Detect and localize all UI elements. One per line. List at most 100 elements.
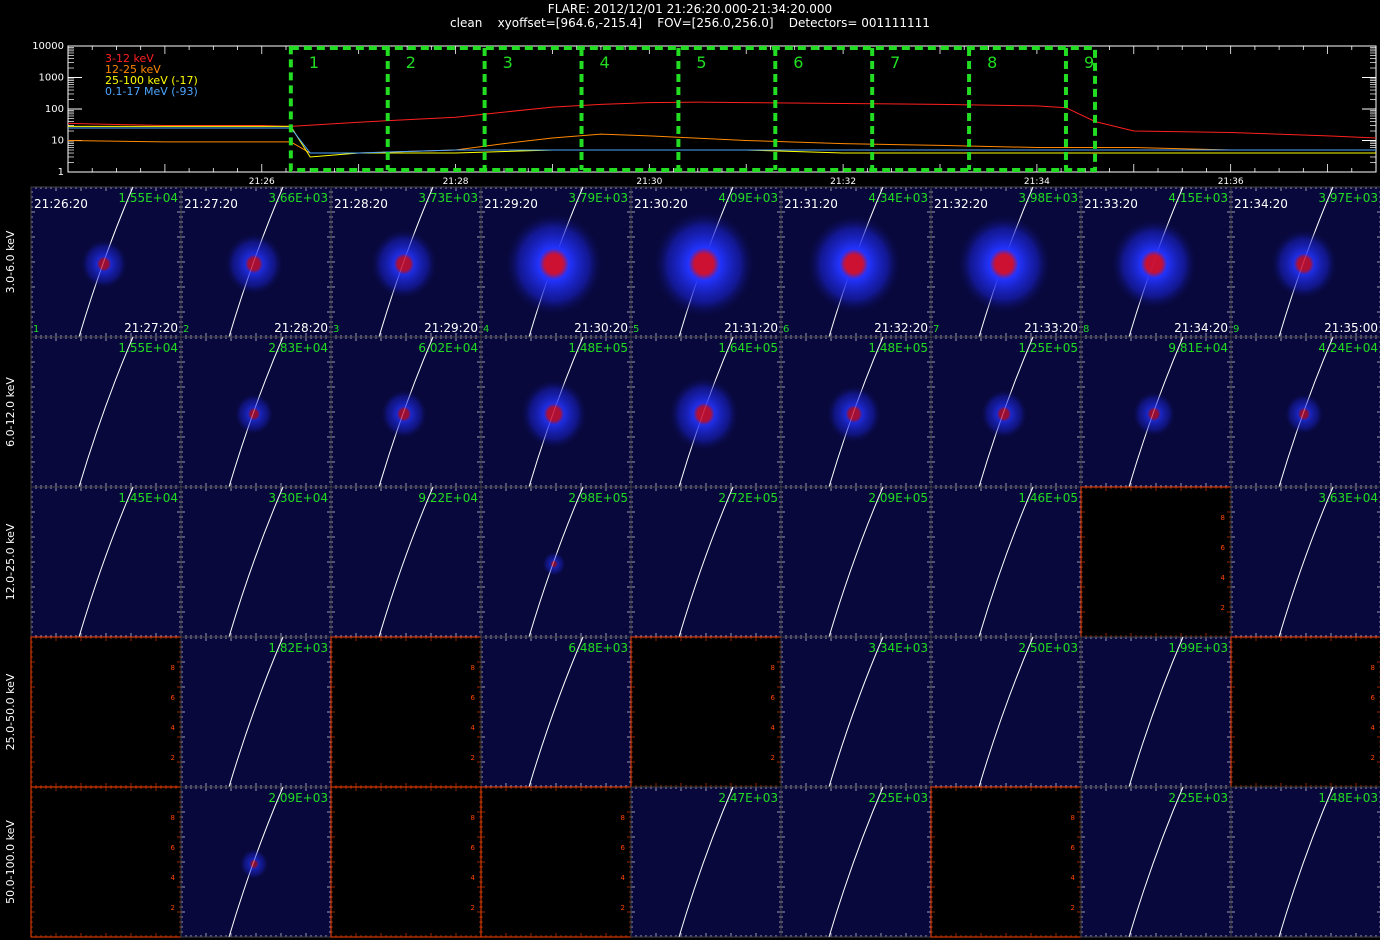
image-cell: 9.81E+04: [1080, 336, 1232, 488]
image-cell: 6.02E+04: [330, 336, 482, 488]
peak-value: 3.79E+03: [568, 191, 628, 205]
end-time: 21:28:20: [274, 321, 328, 335]
end-time: 21:31:20: [724, 321, 778, 335]
source-blob: [1110, 217, 1198, 311]
axis-tick-label: 6: [171, 694, 176, 702]
peak-value: 3.30E+04: [268, 491, 328, 505]
axis-tick-label: 8: [771, 664, 775, 672]
peak-value: 2.09E+05: [868, 491, 928, 505]
image-cell: 4.15E+03 21:33:20 21:34:20 8: [1080, 186, 1232, 338]
source-blob: [652, 209, 756, 319]
peak-value: 2.98E+05: [568, 491, 628, 505]
source-blob: [380, 388, 428, 440]
axis-tick-label: 6: [1221, 544, 1226, 552]
image-cell: 2468: [1080, 486, 1232, 638]
image-cell: 2.50E+03: [930, 636, 1082, 788]
start-time: 21:28:20: [334, 197, 388, 211]
cell-background: [31, 337, 181, 487]
peak-value: 4.09E+03: [718, 191, 778, 205]
cell-background: [931, 637, 1081, 787]
cell-background: [931, 487, 1081, 637]
peak-value: 4.15E+03: [1168, 191, 1228, 205]
end-time: 21:35:00: [1324, 321, 1378, 335]
image-cell: 3.79E+03 21:29:20 21:30:20 4: [480, 186, 632, 338]
axis-tick-label: 8: [471, 664, 475, 672]
start-time: 21:26:20: [34, 197, 88, 211]
axis-tick-label: 8: [1371, 664, 1375, 672]
image-cell: 2468: [330, 636, 482, 788]
interval-number: 7: [933, 324, 939, 335]
source-blob: [1132, 390, 1176, 438]
peak-value: 2.83E+04: [268, 341, 328, 355]
peak-value: 1.99E+03: [1168, 641, 1228, 655]
source-blob: [1270, 228, 1338, 300]
interval-number: 8: [1083, 324, 1089, 335]
peak-value: 1.46E+05: [1018, 491, 1078, 505]
source-blob: [224, 232, 284, 296]
peak-value: 1.55E+04: [118, 341, 178, 355]
peak-value: 1.48E+05: [868, 341, 928, 355]
energy-band-label: 3.0-6.0 keV: [4, 230, 17, 293]
axis-tick-label: 4: [771, 724, 776, 732]
end-time: 21:33:20: [1024, 321, 1078, 335]
peak-value: 3.34E+03: [868, 641, 928, 655]
image-cell: 1.46E+05: [930, 486, 1082, 638]
peak-value: 3.63E+04: [1318, 491, 1378, 505]
start-time: 21:27:20: [184, 197, 238, 211]
image-grid: 3.0-6.0 keV 1.55E+04 21:26:20 21:27:20 1 3.66…: [4, 186, 1380, 938]
start-time: 21:30:20: [634, 197, 688, 211]
peak-value: 1.45E+04: [118, 491, 178, 505]
image-cell: 2.72E+05: [630, 486, 782, 638]
end-time: 21:27:20: [124, 321, 178, 335]
start-time: 21:32:20: [934, 197, 988, 211]
axis-tick-label: 2: [1371, 754, 1375, 762]
interval-number: 6: [783, 324, 789, 335]
peak-value: 1.55E+04: [118, 191, 178, 205]
cell-background: [781, 637, 931, 787]
energy-band-label: 25.0-50.0 keV: [4, 673, 17, 750]
cell-background: [1231, 637, 1380, 787]
image-cell: 1.48E+05: [480, 336, 632, 488]
image-cell: 4.09E+03 21:30:20 21:31:20 5: [630, 186, 782, 338]
peak-value: 1.82E+03: [268, 641, 328, 655]
image-cell: 4.24E+04: [1230, 336, 1380, 488]
end-time: 21:30:20: [574, 321, 628, 335]
image-cell: 4.34E+03 21:31:20 21:32:20 6: [780, 186, 932, 338]
axis-tick-label: 2: [771, 754, 775, 762]
axis-tick-label: 2: [1221, 604, 1225, 612]
image-cell: 2.98E+05: [480, 486, 632, 638]
peak-value: 4.24E+04: [1318, 341, 1378, 355]
interval-number: 2: [183, 324, 189, 335]
start-time: 21:29:20: [484, 197, 538, 211]
start-time: 21:34:20: [1234, 197, 1288, 211]
interval-number: 4: [483, 324, 489, 335]
interval-number: 9: [1233, 324, 1239, 335]
image-cell: 2468: [630, 636, 782, 788]
end-time: 21:32:20: [874, 321, 928, 335]
source-blob: [956, 213, 1052, 315]
peak-value: 4.34E+03: [868, 191, 928, 205]
cell-background: [331, 637, 481, 787]
image-cell: 2468: [30, 786, 182, 938]
image-cell: 1.55E+04: [30, 336, 182, 488]
energy-band-label: 6.0-12.0 keV: [4, 377, 17, 447]
axis-tick-label: 8: [171, 664, 175, 672]
source-blob: [504, 211, 604, 317]
cell-background: [631, 637, 781, 787]
axis-tick-label: 4: [1371, 724, 1376, 732]
source-blob: [542, 551, 566, 577]
peak-value: 1.25E+05: [1018, 341, 1078, 355]
energy-band-label: 12.0-25.0 keV: [4, 523, 17, 600]
cell-background: [481, 637, 631, 787]
image-cell: 3.63E+04: [1230, 486, 1380, 638]
axis-tick-label: 2: [471, 754, 475, 762]
cell-background: [31, 487, 181, 637]
image-cell: 6.48E+03: [480, 636, 632, 788]
cell-background: [331, 487, 481, 637]
peak-value: 3.73E+03: [418, 191, 478, 205]
image-cell: 1.25E+05: [930, 336, 1082, 488]
cell-background: [631, 487, 781, 637]
image-cell: 3.30E+04: [180, 486, 332, 638]
start-time: 21:31:20: [784, 197, 838, 211]
source-blob: [370, 228, 438, 300]
